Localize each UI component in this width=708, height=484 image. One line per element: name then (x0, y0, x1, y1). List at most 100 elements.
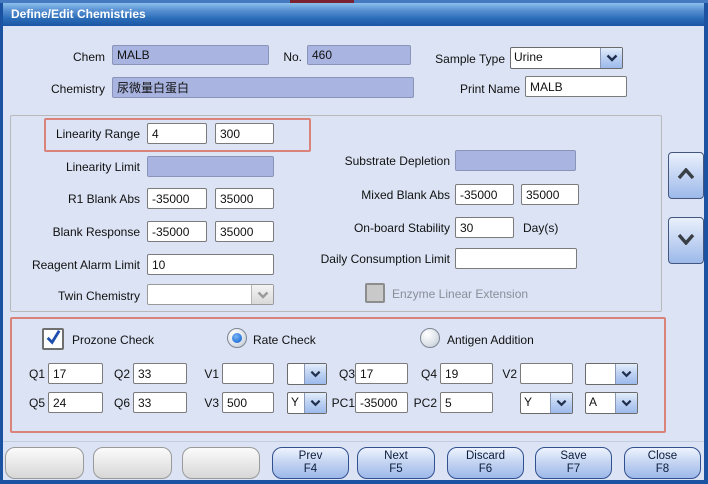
check-icon (45, 329, 61, 350)
substrate-depletion-field[interactable] (455, 150, 576, 171)
reagent-alarm-limit-label: Reagent Alarm Limit (10, 258, 140, 272)
mixed-blank-abs-low-field[interactable] (455, 184, 514, 205)
q4-label: Q4 (402, 367, 437, 381)
print-name-field[interactable] (525, 76, 627, 97)
chemistry-no-field[interactable] (307, 45, 411, 65)
chemistry-label: Chemistry (40, 82, 105, 96)
r1-blank-abs-label: R1 Blank Abs (10, 192, 140, 206)
v1-field[interactable] (222, 363, 274, 384)
flag1-dropdown[interactable]: Y (520, 392, 573, 414)
button-label: Save (560, 450, 586, 463)
q5-label: Q5 (8, 396, 45, 410)
footer-button-2[interactable] (93, 447, 172, 479)
mixed-blank-abs-high-field[interactable] (521, 184, 579, 205)
q6-field[interactable] (133, 392, 187, 413)
window-title: Define/Edit Chemistries (11, 7, 146, 21)
close-button[interactable]: Close F8 (624, 447, 701, 479)
q1-field[interactable] (48, 363, 103, 384)
onboard-stability-label: On-board Stability (240, 221, 450, 235)
radio-selected-dot (232, 333, 242, 343)
chevron-down-icon (251, 285, 273, 304)
linearity-range-high-field[interactable] (215, 123, 274, 144)
substrate-depletion-label: Substrate Depletion (240, 154, 450, 168)
pc2-field[interactable] (440, 392, 493, 413)
footer-button-3[interactable] (182, 447, 260, 479)
chem-field[interactable] (112, 45, 269, 65)
pc2-label: PC2 (397, 396, 437, 410)
v3-unit-value: Y (288, 393, 304, 413)
button-label: Discard (466, 450, 505, 463)
v3-label: V3 (186, 396, 219, 410)
sample-type-value: Urine (511, 48, 600, 68)
onboard-stability-field[interactable] (455, 217, 514, 238)
prozone-check-checkbox[interactable] (42, 328, 64, 350)
button-key: F8 (656, 463, 669, 476)
q1-label: Q1 (8, 367, 45, 381)
save-button[interactable]: Save F7 (535, 447, 612, 479)
flag2-dropdown[interactable]: A (585, 392, 638, 414)
q2-field[interactable] (133, 363, 187, 384)
button-key: F5 (389, 463, 402, 476)
button-key: F7 (567, 463, 580, 476)
chevron-down-icon[interactable] (550, 393, 572, 413)
twin-chemistry-label: Twin Chemistry (10, 289, 140, 303)
chevron-down-icon[interactable] (600, 48, 622, 68)
button-key: F6 (479, 463, 492, 476)
v3-field[interactable] (222, 392, 274, 413)
footer-button-1[interactable] (5, 447, 84, 479)
prozone-check-label: Prozone Check (72, 333, 182, 347)
print-name-label: Print Name (438, 82, 520, 96)
button-label: Next (384, 450, 408, 463)
chem-label: Chem (40, 50, 105, 64)
chevron-down-icon[interactable] (615, 364, 637, 384)
discard-button[interactable]: Discard F6 (447, 447, 524, 479)
dialog-body: Chem No. Sample Type Urine Chemistry Pri… (3, 26, 704, 480)
q3-label: Q3 (319, 367, 355, 381)
window-titlebar: Define/Edit Chemistries (3, 3, 704, 26)
sample-type-label: Sample Type (418, 52, 505, 66)
linearity-limit-label: Linearity Limit (10, 160, 140, 174)
chemistry-name-field[interactable] (112, 77, 414, 98)
no-label: No. (263, 50, 302, 64)
mixed-blank-abs-label: Mixed Blank Abs (240, 188, 450, 202)
daily-consumption-limit-field[interactable] (455, 248, 577, 269)
blank-response-low-field[interactable] (147, 221, 207, 242)
prev-button[interactable]: Prev F4 (272, 447, 349, 479)
rate-check-radio[interactable] (227, 328, 247, 348)
button-label: Close (648, 450, 677, 463)
sample-type-dropdown[interactable]: Urine (510, 47, 623, 69)
scroll-up-button[interactable] (668, 152, 704, 199)
v2-field[interactable] (520, 363, 573, 384)
rate-check-label: Rate Check (253, 333, 343, 347)
chevron-down-icon[interactable] (615, 393, 637, 413)
v1-label: V1 (186, 367, 219, 381)
flag2-value: A (586, 393, 615, 413)
screen: Define/Edit Chemistries Chem No. Sample … (0, 0, 708, 484)
antigen-addition-label: Antigen Addition (447, 333, 567, 347)
scroll-down-button[interactable] (668, 217, 704, 264)
button-key: F4 (304, 463, 317, 476)
footer-separator (3, 441, 704, 442)
pc1-label: PC1 (315, 396, 355, 410)
button-label: Prev (299, 450, 323, 463)
blank-response-label: Blank Response (10, 225, 140, 239)
q5-field[interactable] (48, 392, 103, 413)
v2-unit-value (586, 364, 615, 384)
onboard-stability-unit: Day(s) (523, 221, 583, 235)
twin-chemistry-dropdown (147, 284, 274, 305)
enzyme-linear-extension-checkbox (365, 283, 385, 303)
daily-consumption-limit-label: Daily Consumption Limit (240, 252, 450, 266)
linearity-range-label: Linearity Range (10, 127, 140, 141)
flag1-value: Y (521, 393, 550, 413)
r1-blank-abs-low-field[interactable] (147, 188, 207, 209)
q2-label: Q2 (96, 367, 130, 381)
v2-label: V2 (483, 367, 517, 381)
linearity-range-low-field[interactable] (147, 123, 207, 144)
q3-field[interactable] (355, 363, 408, 384)
q6-label: Q6 (96, 396, 130, 410)
v2-unit-dropdown[interactable] (585, 363, 638, 385)
enzyme-linear-extension-label: Enzyme Linear Extension (392, 287, 552, 301)
next-button[interactable]: Next F5 (357, 447, 435, 479)
antigen-addition-radio[interactable] (420, 328, 440, 348)
window-border-bottom (0, 480, 708, 484)
